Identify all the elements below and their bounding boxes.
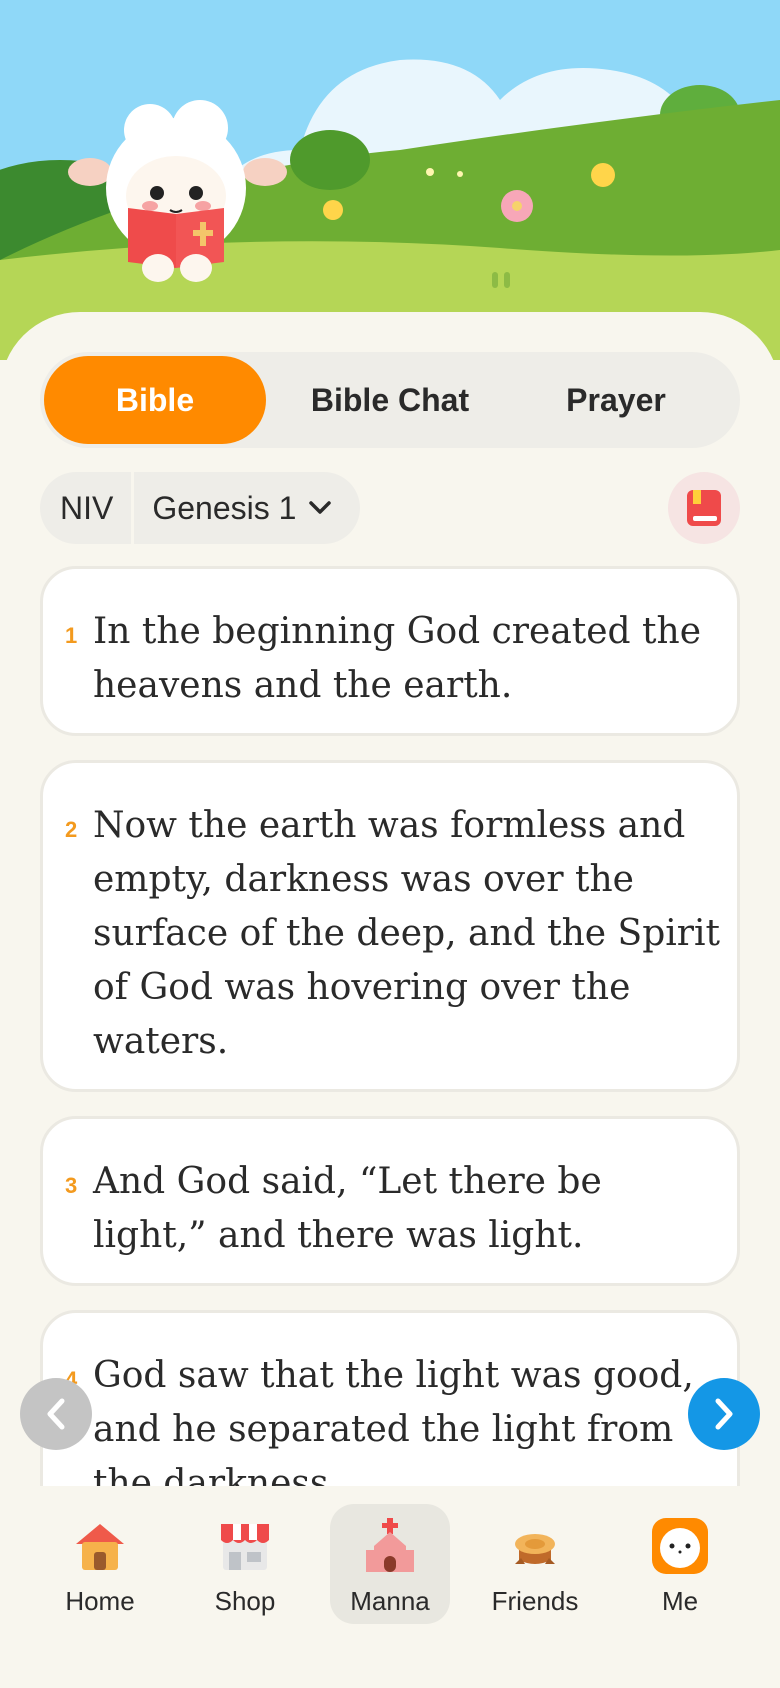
nav-friends-label: Friends [491, 1586, 579, 1616]
passage-selector: NIV Genesis 1 [40, 472, 361, 544]
next-chapter-button[interactable] [688, 1378, 760, 1450]
tab-bible-chat[interactable]: Bible Chat [290, 356, 490, 444]
nav-manna-label: Manna [350, 1586, 430, 1616]
verse-card[interactable]: 4 God saw that the light was good, and h… [40, 1310, 740, 1486]
chevron-down-icon [309, 501, 332, 514]
book-label: Genesis 1 [152, 489, 297, 526]
verse-number: 3 [65, 1173, 78, 1198]
church-icon [366, 1518, 414, 1572]
hero-illustration [0, 0, 780, 360]
tab-bible[interactable]: Bible [44, 356, 266, 444]
verse-list: 1 In the beginning God created the heave… [40, 566, 740, 1486]
tree-stump-icon [515, 1534, 555, 1564]
nav-me-label: Me [661, 1586, 699, 1616]
mode-tabs: Bible Bible Chat Prayer [40, 352, 740, 448]
verse-text: Now the earth was formless and empty, da… [93, 805, 720, 1062]
chevron-left-icon [47, 1398, 65, 1430]
verse-text: God saw that the light was good, and he … [93, 1355, 694, 1486]
verse-card[interactable]: 3 And God said, “Let there be light,” an… [40, 1116, 740, 1286]
verse-text: And God said, “Let there be light,” and … [93, 1161, 602, 1256]
nav-home-label: Home [65, 1586, 135, 1616]
bookmark-button[interactable] [668, 472, 740, 544]
verse-text: In the beginning God created the heavens… [93, 611, 701, 706]
verse-number: 2 [65, 817, 78, 842]
previous-chapter-button[interactable] [20, 1378, 92, 1450]
version-selector[interactable]: NIV [40, 472, 135, 544]
book-selector[interactable]: Genesis 1 [134, 472, 360, 544]
house-icon [76, 1524, 124, 1570]
nav-friends[interactable]: Friends [475, 1504, 595, 1624]
chevron-right-icon [715, 1398, 733, 1430]
verse-card[interactable]: 2 Now the earth was formless and empty, … [40, 760, 740, 1092]
shop-icon [221, 1524, 269, 1570]
nav-me[interactable]: Me [620, 1504, 740, 1624]
bottom-tab-bar: Home Shop Manna Friends Me [0, 1488, 780, 1688]
verse-card[interactable]: 1 In the beginning God created the heave… [40, 566, 740, 736]
verse-number: 1 [65, 623, 78, 648]
nav-home[interactable]: Home [40, 1504, 160, 1624]
bookmark-icon [687, 490, 721, 526]
sheep-avatar-icon [652, 1518, 708, 1574]
tab-prayer[interactable]: Prayer [516, 356, 716, 444]
nav-manna[interactable]: Manna [330, 1504, 450, 1624]
nav-shop[interactable]: Shop [185, 1504, 305, 1624]
nav-shop-label: Shop [214, 1586, 276, 1616]
